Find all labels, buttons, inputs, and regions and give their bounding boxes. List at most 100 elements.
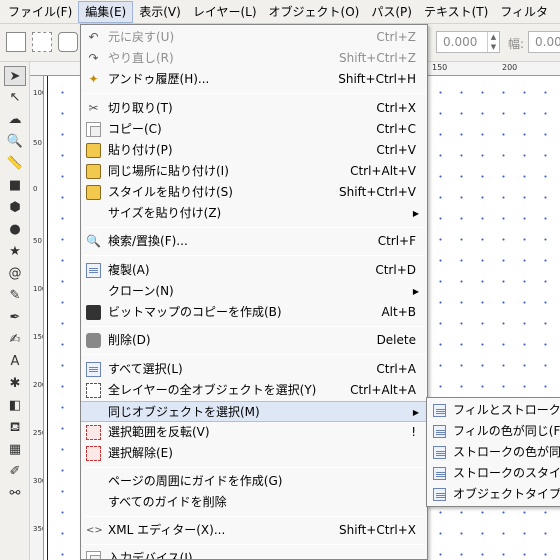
menu-item-select-all[interactable]: すべて選択(L) Ctrl+A bbox=[81, 359, 427, 380]
shortcut-label: ! bbox=[411, 425, 416, 439]
edit-menu-dropdown: ↶ 元に戻す(U) Ctrl+Z ↷ やり直し(R) Shift+Ctrl+Z … bbox=[80, 24, 428, 560]
gradient-tool-icon[interactable]: ▦ bbox=[4, 440, 26, 460]
menu-text[interactable]: テキスト(T) bbox=[418, 1, 494, 23]
menu-item-delete[interactable]: 削除(D) Delete bbox=[81, 330, 427, 351]
shortcut-label: Shift+Ctrl+X bbox=[339, 523, 416, 537]
node-tool-icon[interactable]: ↖ bbox=[4, 88, 26, 108]
spin-arrows-icon[interactable]: ▲ ▼ bbox=[487, 32, 499, 52]
connector-tool-icon[interactable]: ⚯ bbox=[4, 484, 26, 504]
rectangle-tool-icon[interactable]: ■ bbox=[4, 176, 26, 196]
menu-item-guides-around-page[interactable]: ページの周囲にガイドを作成(G) bbox=[81, 471, 427, 492]
submenu-item-fill-and-stroke[interactable]: フィルとストローク bbox=[427, 400, 560, 421]
menu-item-label: 入力デバイス(I)... bbox=[108, 551, 204, 560]
menu-item-paste-in-place[interactable]: 同じ場所に貼り付け(I) Ctrl+Alt+V bbox=[81, 161, 427, 182]
menu-item-select-all-layers[interactable]: 全レイヤーの全オブジェクトを選択(Y) Ctrl+Alt+A bbox=[81, 380, 427, 401]
deselect-icon[interactable] bbox=[58, 32, 78, 52]
submenu-item-stroke-style[interactable]: ストロークのスタイ bbox=[427, 463, 560, 484]
menu-item-select-same[interactable]: 同じオブジェクトを選択(M) ▶ bbox=[81, 401, 427, 422]
menu-separator bbox=[83, 544, 425, 545]
menu-item-label: ストロークのスタイ bbox=[453, 466, 560, 480]
ruler-tick-label: 350 bbox=[33, 525, 43, 533]
menu-item-invert-selection[interactable]: 選択範囲を反転(V) ! bbox=[81, 422, 427, 443]
menu-object[interactable]: オブジェクト(O) bbox=[263, 1, 366, 23]
menu-item-duplicate[interactable]: 複製(A) Ctrl+D bbox=[81, 260, 427, 281]
menu-item-label: コピー(C) bbox=[108, 122, 162, 136]
menu-item-paste-size[interactable]: サイズを貼り付け(Z) ▶ bbox=[81, 203, 427, 224]
menu-separator bbox=[83, 467, 425, 468]
menu-item-paste-style[interactable]: スタイルを貼り付け(S) Shift+Ctrl+V bbox=[81, 182, 427, 203]
select-all-in-all-layers-icon[interactable] bbox=[32, 32, 52, 52]
x-spinbox[interactable]: 0.000 ▲ ▼ bbox=[436, 31, 500, 53]
menu-path[interactable]: パス(P) bbox=[365, 1, 418, 23]
shortcut-label: Ctrl+Alt+V bbox=[350, 164, 416, 178]
spray-tool-icon[interactable]: ✱ bbox=[4, 374, 26, 394]
select-same-submenu: フィルとストローク フィルの色が同じ(F ストロークの色が同 ストロークのスタイ… bbox=[426, 397, 560, 507]
ruler-tick-label: 200 bbox=[33, 381, 43, 389]
text-tool-icon[interactable]: A bbox=[4, 352, 26, 372]
deselect-icon bbox=[86, 446, 101, 461]
width-spinbox[interactable]: 0.00 bbox=[528, 31, 560, 53]
measure-tool-icon[interactable]: 📏 bbox=[4, 154, 26, 174]
clipboard-icon bbox=[86, 185, 101, 200]
menu-item-label: すべて選択(L) bbox=[108, 362, 183, 376]
ruler-tick-label: 100 bbox=[33, 89, 43, 97]
menu-item-label: 選択範囲を反転(V) bbox=[108, 425, 210, 439]
pen-tool-icon[interactable]: ✒ bbox=[4, 308, 26, 328]
submenu-item-object-type[interactable]: オブジェクトタイプ bbox=[427, 484, 560, 505]
page-border bbox=[47, 76, 48, 560]
menu-item-redo[interactable]: ↷ やり直し(R) Shift+Ctrl+Z bbox=[81, 48, 427, 69]
menu-item-delete-all-guides[interactable]: すべてのガイドを削除 bbox=[81, 492, 427, 513]
menu-layer[interactable]: レイヤー(L) bbox=[187, 1, 263, 23]
menu-separator bbox=[83, 516, 425, 517]
menu-item-deselect[interactable]: 選択解除(E) bbox=[81, 443, 427, 464]
submenu-arrow-icon: ▶ bbox=[412, 287, 419, 296]
menu-item-cut[interactable]: ✂ 切り取り(T) Ctrl+X bbox=[81, 98, 427, 119]
select-all-layers-icon bbox=[86, 383, 101, 398]
zoom-tool-icon[interactable]: 🔍 bbox=[4, 132, 26, 152]
menu-item-paste[interactable]: 貼り付け(P) Ctrl+V bbox=[81, 140, 427, 161]
menu-item-label: 検索/置換(F)... bbox=[108, 234, 188, 248]
menu-filters[interactable]: フィルタ bbox=[494, 1, 554, 23]
width-label: 幅: bbox=[508, 37, 525, 51]
menu-item-label: フィルの色が同じ(F bbox=[453, 424, 560, 438]
submenu-item-stroke-color[interactable]: ストロークの色が同 bbox=[427, 442, 560, 463]
menu-item-label: ビットマップのコピーを作成(B) bbox=[108, 305, 282, 319]
pencil-tool-icon[interactable]: ✎ bbox=[4, 286, 26, 306]
menu-item-make-bitmap[interactable]: ビットマップのコピーを作成(B) Alt+B bbox=[81, 302, 427, 323]
menu-item-label: ページの周囲にガイドを作成(G) bbox=[108, 474, 283, 488]
invert-selection-icon bbox=[86, 425, 101, 440]
ellipse-tool-icon[interactable]: ● bbox=[4, 220, 26, 240]
width-value: 0.00 bbox=[535, 35, 560, 49]
menu-item-clone[interactable]: クローン(N) ▶ bbox=[81, 281, 427, 302]
menu-item-xml-editor[interactable]: <> XML エディター(X)... Shift+Ctrl+X bbox=[81, 520, 427, 541]
menu-file[interactable]: ファイル(F) bbox=[0, 1, 78, 23]
menu-edit[interactable]: 編集(E) bbox=[78, 0, 134, 23]
menu-item-label: 全レイヤーの全オブジェクトを選択(Y) bbox=[108, 383, 317, 397]
selector-tool-icon[interactable]: ➤ bbox=[4, 66, 26, 86]
menu-item-input-devices[interactable]: 入力デバイス(I)... bbox=[81, 548, 427, 560]
menu-item-undo-history[interactable]: ✦ アンドゥ履歴(H)... Shift+Ctrl+H bbox=[81, 69, 427, 90]
eraser-tool-icon[interactable]: ◧ bbox=[4, 396, 26, 416]
menu-view[interactable]: 表示(V) bbox=[133, 1, 187, 23]
menu-item-undo[interactable]: ↶ 元に戻す(U) Ctrl+Z bbox=[81, 27, 427, 48]
bucket-tool-icon[interactable]: ⛾ bbox=[4, 418, 26, 438]
select-all-icon bbox=[86, 362, 101, 377]
shortcut-label: Ctrl+A bbox=[376, 362, 416, 376]
box3d-tool-icon[interactable]: ⬢ bbox=[4, 198, 26, 218]
select-same-icon bbox=[433, 446, 446, 459]
toolbox: ➤ ↖ ☁ 🔍 📏 ■ ⬢ ● ★ @ ✎ ✒ ✍ A ✱ ◧ ⛾ ▦ ✐ ⚯ bbox=[0, 62, 30, 560]
menubar: ファイル(F) 編集(E) 表示(V) レイヤー(L) オブジェクト(O) パス… bbox=[0, 0, 560, 24]
submenu-item-fill-color[interactable]: フィルの色が同じ(F bbox=[427, 421, 560, 442]
select-all-icon[interactable] bbox=[6, 32, 26, 52]
menu-item-label: クローン(N) bbox=[108, 284, 174, 298]
menu-item-copy[interactable]: コピー(C) Ctrl+C bbox=[81, 119, 427, 140]
shortcut-label: Ctrl+V bbox=[376, 143, 416, 157]
star-tool-icon[interactable]: ★ bbox=[4, 242, 26, 262]
ruler-tick-label: 100 bbox=[33, 285, 43, 293]
dropper-tool-icon[interactable]: ✐ bbox=[4, 462, 26, 482]
spiral-tool-icon[interactable]: @ bbox=[4, 264, 26, 284]
tweak-tool-icon[interactable]: ☁ bbox=[4, 110, 26, 130]
menu-item-find-replace[interactable]: 🔍 検索/置換(F)... Ctrl+F bbox=[81, 231, 427, 252]
calligraphy-tool-icon[interactable]: ✍ bbox=[4, 330, 26, 350]
clipboard-icon bbox=[86, 164, 101, 179]
